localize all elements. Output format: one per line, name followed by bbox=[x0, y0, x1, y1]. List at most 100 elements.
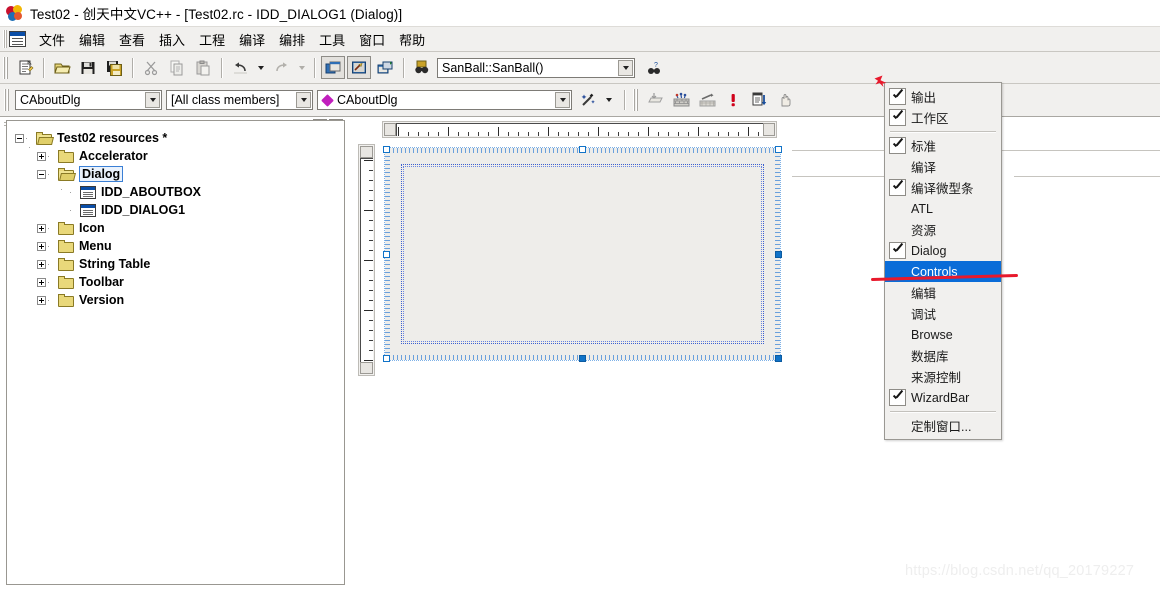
menu-item-dialog[interactable]: Dialog bbox=[885, 240, 1001, 261]
resize-handle-sw[interactable] bbox=[383, 355, 390, 362]
tree-item-accelerator[interactable]: Accelerator bbox=[15, 147, 201, 165]
tree-item-menu[interactable]: Menu bbox=[15, 237, 201, 255]
menu-item-wizardbar[interactable]: WizardBar bbox=[885, 387, 1001, 408]
menu-item-label: 定制窗口... bbox=[911, 420, 972, 434]
menu-item-build[interactable]: 编译 bbox=[885, 156, 1001, 177]
buildbar-grip[interactable] bbox=[633, 89, 638, 111]
resize-handle-nw[interactable] bbox=[383, 146, 390, 153]
chevron-down-icon[interactable] bbox=[618, 59, 633, 76]
menubar-grip[interactable] bbox=[3, 30, 7, 48]
menu-item-tools[interactable]: 工具 bbox=[312, 28, 352, 51]
window-title: Test02 - 创天中文VC++ - [Test02.rc - IDD_DIA… bbox=[30, 7, 403, 22]
tree-item-label: Icon bbox=[79, 221, 105, 235]
tree-expander-plus-icon[interactable] bbox=[37, 259, 46, 269]
menu-item-standard[interactable]: 标准 bbox=[885, 135, 1001, 156]
tree-expander-plus-icon[interactable] bbox=[37, 277, 46, 287]
magic-wand-icon[interactable] bbox=[576, 89, 600, 112]
red-exclamation-icon[interactable] bbox=[721, 89, 745, 112]
menu-item-help[interactable]: 帮助 bbox=[392, 28, 432, 51]
menu-item-customize[interactable]: 定制窗口... bbox=[885, 415, 1001, 436]
wizardbar-grip[interactable] bbox=[4, 89, 9, 111]
menu-item-project[interactable]: 工程 bbox=[192, 28, 232, 51]
menu-item-resource[interactable]: 资源 bbox=[885, 219, 1001, 240]
resize-handle-se[interactable] bbox=[775, 355, 782, 362]
menu-item-debug[interactable]: 调试 bbox=[885, 303, 1001, 324]
filter-combo[interactable]: [All class members] bbox=[166, 90, 313, 110]
paste-icon[interactable] bbox=[191, 56, 215, 79]
open-folder-icon[interactable] bbox=[50, 56, 74, 79]
menu-item-edit[interactable]: 编辑 bbox=[72, 28, 112, 51]
resize-handle-w[interactable] bbox=[383, 251, 390, 258]
menu-item-view[interactable]: 查看 bbox=[112, 28, 152, 51]
find-combo[interactable]: SanBall::SanBall() bbox=[437, 57, 635, 78]
member-combo[interactable]: CAboutDlg bbox=[317, 90, 572, 110]
menu-item-workspace[interactable]: 工作区 bbox=[885, 107, 1001, 128]
menu-item-edit[interactable]: 编辑 bbox=[885, 282, 1001, 303]
tree-item-version[interactable]: Version bbox=[15, 291, 201, 309]
menu-item-source-control[interactable]: 来源控制 bbox=[885, 366, 1001, 387]
tree-expander-plus-icon[interactable] bbox=[37, 151, 46, 161]
question-binoculars-icon[interactable]: ? bbox=[642, 56, 666, 79]
go-arrow-icon[interactable] bbox=[747, 89, 771, 112]
tree-connector bbox=[48, 173, 57, 175]
class-combo[interactable]: CAboutDlg bbox=[15, 90, 162, 110]
tree-expander-plus-icon[interactable] bbox=[37, 223, 46, 233]
copy-icon[interactable] bbox=[165, 56, 189, 79]
menu-item-build-minibar[interactable]: 编译微型条 bbox=[885, 177, 1001, 198]
stop-build-icon[interactable] bbox=[695, 89, 719, 112]
redo-arrow-icon[interactable] bbox=[269, 56, 293, 79]
chevron-down-icon[interactable] bbox=[555, 92, 570, 108]
menu-item-browse[interactable]: Browse bbox=[885, 324, 1001, 345]
menu-item-layout[interactable]: 编排 bbox=[272, 28, 312, 51]
workspace-window-icon[interactable] bbox=[321, 56, 345, 79]
blog-watermark: https://blog.csdn.net/qq_20179227 bbox=[905, 563, 1135, 579]
save-all-icon[interactable] bbox=[102, 56, 126, 79]
chevron-down-icon[interactable] bbox=[602, 89, 615, 112]
menu-separator bbox=[890, 131, 996, 132]
scissors-icon[interactable] bbox=[139, 56, 163, 79]
tree-expander-plus-icon[interactable] bbox=[37, 241, 46, 251]
chevron-down-icon[interactable] bbox=[295, 56, 308, 79]
output-window-icon[interactable] bbox=[347, 56, 371, 79]
chevron-down-icon[interactable] bbox=[254, 56, 267, 79]
horizontal-ruler[interactable] bbox=[382, 121, 777, 138]
tree-item-toolbar[interactable]: Toolbar bbox=[15, 273, 201, 291]
menu-item-build[interactable]: 编译 bbox=[232, 28, 272, 51]
menu-item-insert[interactable]: 插入 bbox=[152, 28, 192, 51]
compile-icon[interactable] bbox=[643, 89, 667, 112]
resize-handle-ne[interactable] bbox=[775, 146, 782, 153]
tree-expander-minus-icon[interactable] bbox=[15, 133, 24, 143]
undo-arrow-icon[interactable] bbox=[228, 56, 252, 79]
menu-item-file[interactable]: 文件 bbox=[32, 28, 72, 51]
tree-item-idd-aboutbox[interactable]: IDD_ABOUTBOX bbox=[15, 183, 201, 201]
binoculars-find-icon[interactable] bbox=[410, 56, 434, 79]
resize-handle-s[interactable] bbox=[579, 355, 586, 362]
new-document-icon[interactable] bbox=[13, 56, 37, 79]
menu-item-atl[interactable]: ATL bbox=[885, 198, 1001, 219]
tree-connector bbox=[48, 245, 57, 247]
menu-item-output[interactable]: 输出 bbox=[885, 86, 1001, 107]
floppy-save-icon[interactable] bbox=[76, 56, 100, 79]
standard-toolbar-grip[interactable] bbox=[3, 56, 8, 79]
menu-item-label: Dialog bbox=[911, 243, 947, 258]
tree-item-dialog[interactable]: Dialog bbox=[15, 165, 201, 183]
tree-expander-plus-icon[interactable] bbox=[37, 295, 46, 305]
chevron-down-icon[interactable] bbox=[296, 92, 311, 108]
red-pointer-annotation bbox=[873, 74, 888, 89]
chevron-down-icon[interactable] bbox=[145, 92, 160, 108]
menu-item-database[interactable]: 数据库 bbox=[885, 345, 1001, 366]
hand-icon[interactable] bbox=[773, 89, 797, 112]
tree-expander-minus-icon[interactable] bbox=[37, 169, 46, 179]
menu-item-window[interactable]: 窗口 bbox=[352, 28, 392, 51]
dialog-design-surface[interactable] bbox=[383, 146, 782, 362]
tree-item-test02-resources[interactable]: Test02 resources * bbox=[15, 129, 201, 147]
vertical-ruler[interactable] bbox=[358, 144, 375, 376]
tree-item-string-table[interactable]: String Table bbox=[15, 255, 201, 273]
tree-item-icon[interactable]: Icon bbox=[15, 219, 201, 237]
window-list-icon[interactable] bbox=[373, 56, 397, 79]
resize-handle-n[interactable] bbox=[579, 146, 586, 153]
tree-item-idd-dialog1[interactable]: IDD_DIALOG1 bbox=[15, 201, 201, 219]
resize-handle-e[interactable] bbox=[775, 251, 782, 258]
mdi-document-icon[interactable] bbox=[9, 31, 26, 47]
build-bricks-icon[interactable] bbox=[669, 89, 693, 112]
